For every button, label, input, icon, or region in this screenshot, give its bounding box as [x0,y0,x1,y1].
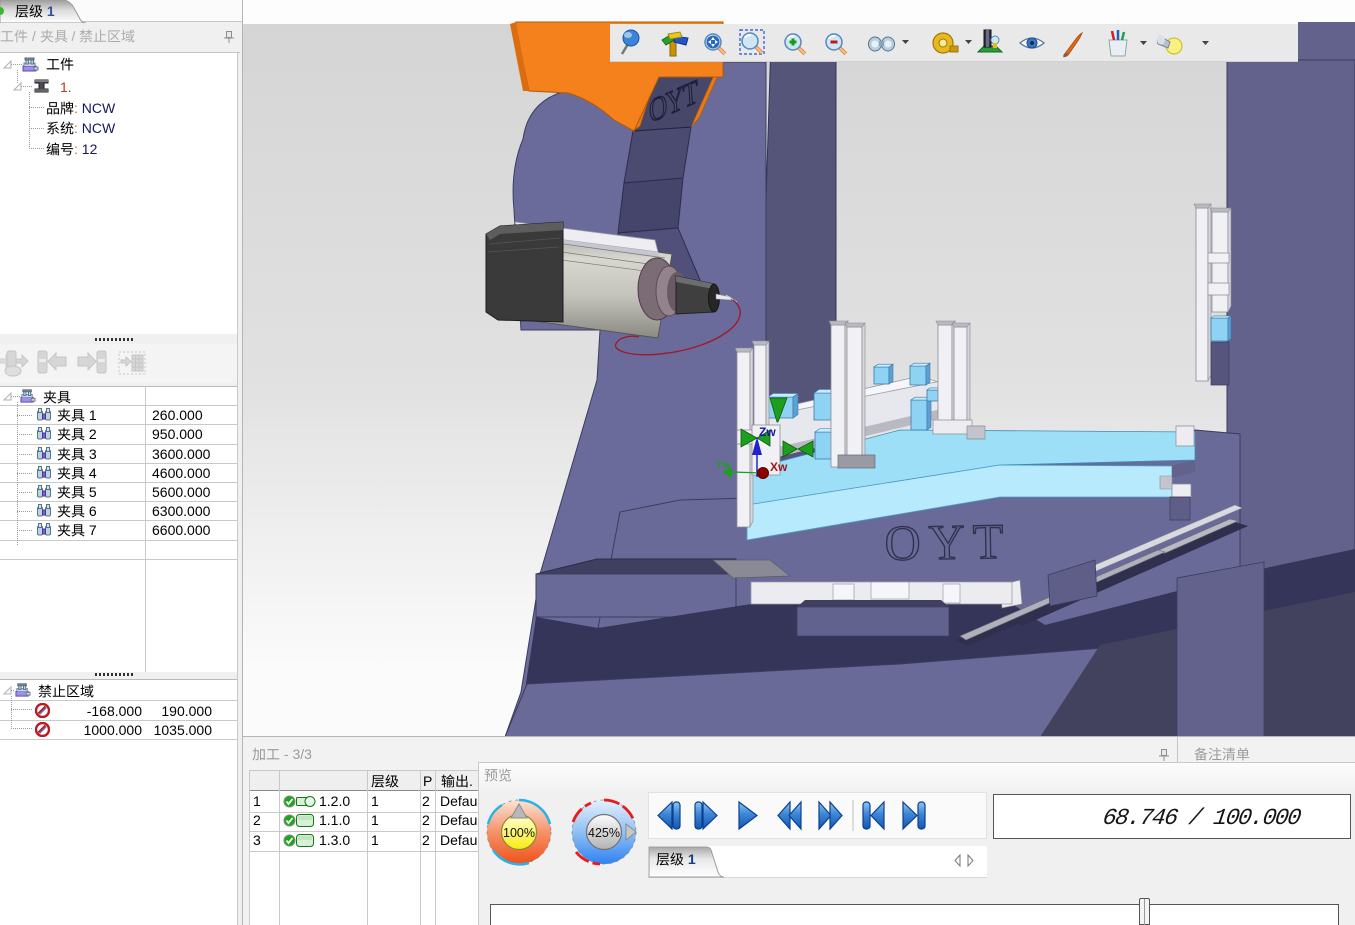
svg-text:100%: 100% [503,826,535,840]
svg-text:425%: 425% [588,826,620,840]
svg-text:Xw: Xw [770,460,788,474]
svg-text:OYT: OYT [884,513,1012,571]
svg-text:68.746 / 100.000: 68.746 / 100.000 [1101,805,1303,831]
svg-text:Zw: Zw [759,425,776,439]
svg-text:Yw: Yw [716,460,731,471]
